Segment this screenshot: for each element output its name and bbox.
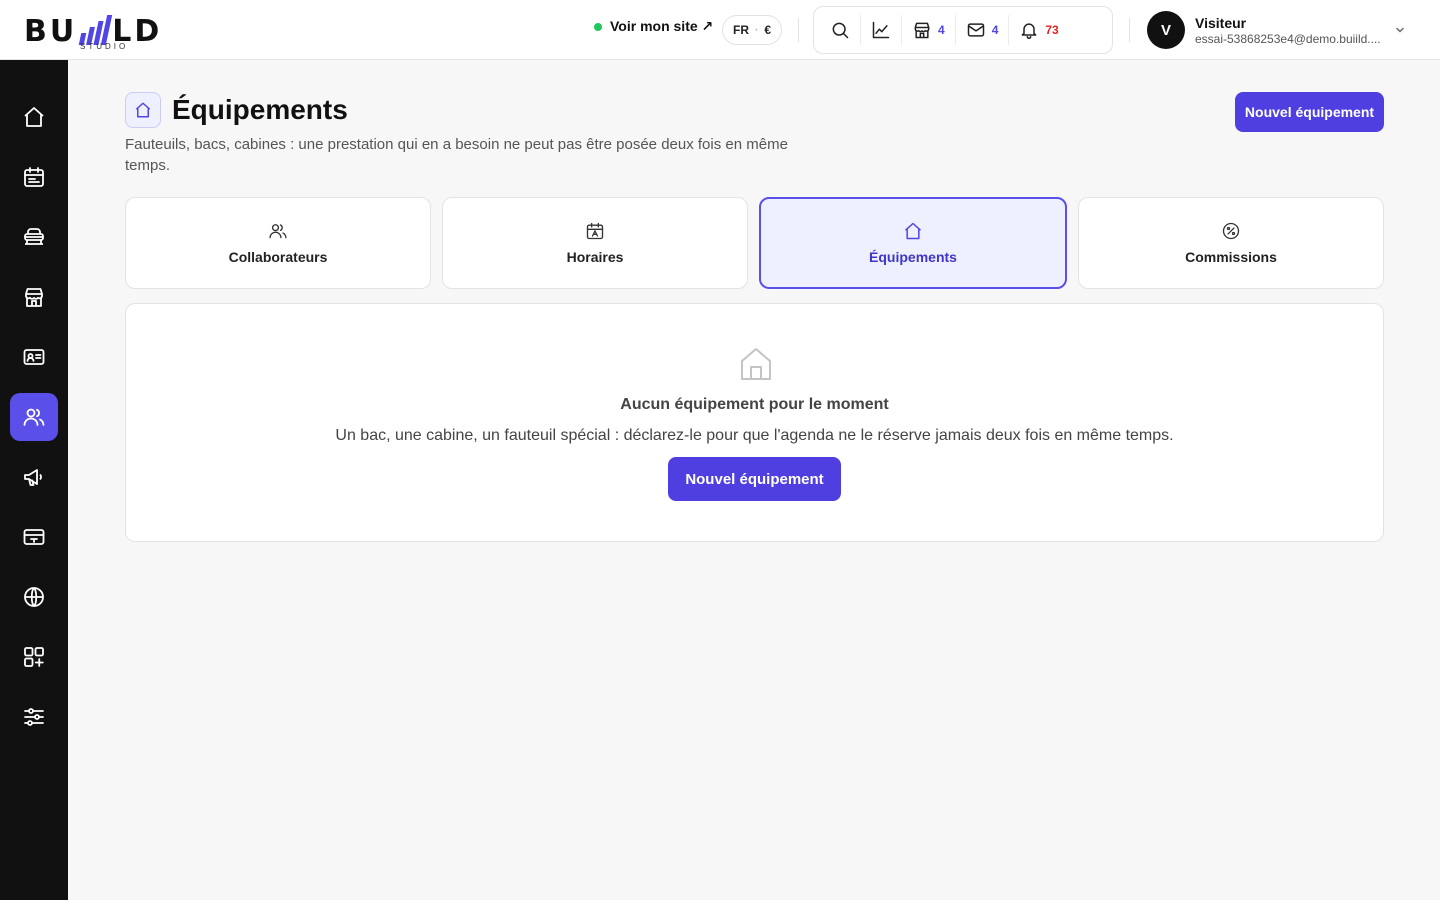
divider [1129, 18, 1130, 42]
user-email: essai-53868253e4@demo.buiild.... [1195, 31, 1381, 46]
home-icon [905, 222, 921, 240]
users-icon [269, 224, 287, 239]
tab-horaires[interactable]: Horaires [442, 197, 748, 289]
store-icon [25, 288, 43, 307]
globe-icon [24, 587, 44, 607]
analytics-button[interactable] [860, 15, 901, 45]
users-icon [23, 408, 45, 426]
tab-label: Collaborateurs [228, 249, 328, 265]
id-card-icon [23, 349, 45, 365]
brand-logo[interactable]: BU LD STUDIO [24, 8, 184, 52]
logo-bars-icon [78, 15, 113, 45]
team-tabs: Collaborateurs Horaires Équipements Comm… [125, 197, 1384, 289]
sidebar-item-home[interactable] [10, 93, 58, 141]
sidebar [0, 60, 68, 900]
sidebar-item-store[interactable] [10, 273, 58, 321]
language-currency-selector[interactable]: FR · € [722, 15, 783, 45]
chart-icon [872, 21, 890, 39]
page-icon [125, 92, 161, 128]
sidebar-item-marketing[interactable] [10, 453, 58, 501]
percent-icon [1222, 222, 1240, 240]
stores-count: 4 [938, 23, 945, 37]
notifications-count: 73 [1045, 23, 1059, 37]
user-name: Visiteur [1195, 14, 1247, 31]
search-button[interactable] [820, 15, 860, 45]
sidebar-item-calendar[interactable] [10, 153, 58, 201]
tab-label: Horaires [566, 249, 624, 265]
calendar-icon [24, 167, 44, 187]
apps-add-icon [24, 647, 44, 667]
page-title: Équipements [172, 94, 348, 125]
top-bar: BU LD STUDIO Voir mon site ↗ FR · € 4 4 [0, 0, 1440, 60]
language-label: FR [733, 23, 749, 37]
sliders-icon [24, 708, 44, 726]
user-menu[interactable]: V Visiteur essai-53868253e4@demo.buiild.… [1147, 11, 1381, 49]
bell-icon [1021, 23, 1037, 40]
search-icon [832, 22, 849, 39]
lang-separator: · [755, 24, 759, 36]
tab-label: Commissions [1185, 249, 1277, 265]
store-icon [914, 22, 930, 39]
view-site-label: Voir mon site ↗ [610, 18, 714, 34]
calendar-icon [586, 222, 604, 240]
messages-button[interactable]: 4 [954, 15, 1009, 45]
empty-state-text: Un bac, une cabine, un fauteuil spécial … [335, 427, 1174, 444]
tab-collaborateurs[interactable]: Collaborateurs [125, 197, 431, 289]
megaphone-icon [24, 469, 42, 486]
sidebar-item-clients[interactable] [10, 333, 58, 381]
avatar: V [1147, 11, 1185, 49]
empty-state-card: Aucun équipement pour le moment Un bac, … [125, 303, 1384, 542]
messages-count: 4 [991, 23, 999, 37]
sidebar-item-stations[interactable] [10, 213, 58, 261]
sidebar-item-team[interactable] [10, 393, 58, 441]
logo-subtitle: STUDIO [80, 42, 129, 51]
home-icon [135, 102, 151, 118]
divider [798, 18, 799, 42]
mail-icon [967, 23, 984, 37]
logo-text-left: BU [24, 14, 78, 49]
page-description: Fauteuils, bacs, cabines : une prestatio… [125, 136, 788, 174]
chevron-down-icon[interactable] [1394, 24, 1406, 36]
notifications-button[interactable]: 73 [1008, 15, 1068, 45]
home-outline-icon [741, 348, 771, 380]
home-icon [24, 107, 44, 127]
register-icon [23, 529, 45, 545]
new-equipment-button[interactable]: Nouvel équipement [1235, 92, 1384, 132]
sidebar-item-website[interactable] [10, 573, 58, 621]
sidebar-item-apps[interactable] [10, 633, 58, 681]
tab-commissions[interactable]: Commissions [1078, 197, 1384, 289]
chair-icon [24, 228, 44, 245]
sidebar-item-checkout[interactable] [10, 513, 58, 561]
empty-new-equipment-button[interactable]: Nouvel équipement [668, 457, 841, 501]
view-site-link[interactable]: Voir mon site ↗ [594, 18, 713, 35]
stores-button[interactable]: 4 [901, 15, 955, 45]
online-status-dot [594, 22, 602, 31]
tab-label: Équipements [869, 249, 957, 265]
header-toolbar: 4 4 73 [813, 6, 1113, 54]
currency-label: € [764, 23, 772, 37]
sidebar-item-settings[interactable] [10, 693, 58, 741]
tab-equipements[interactable]: Équipements [759, 197, 1067, 289]
empty-state-title: Aucun équipement pour le moment [620, 396, 889, 413]
